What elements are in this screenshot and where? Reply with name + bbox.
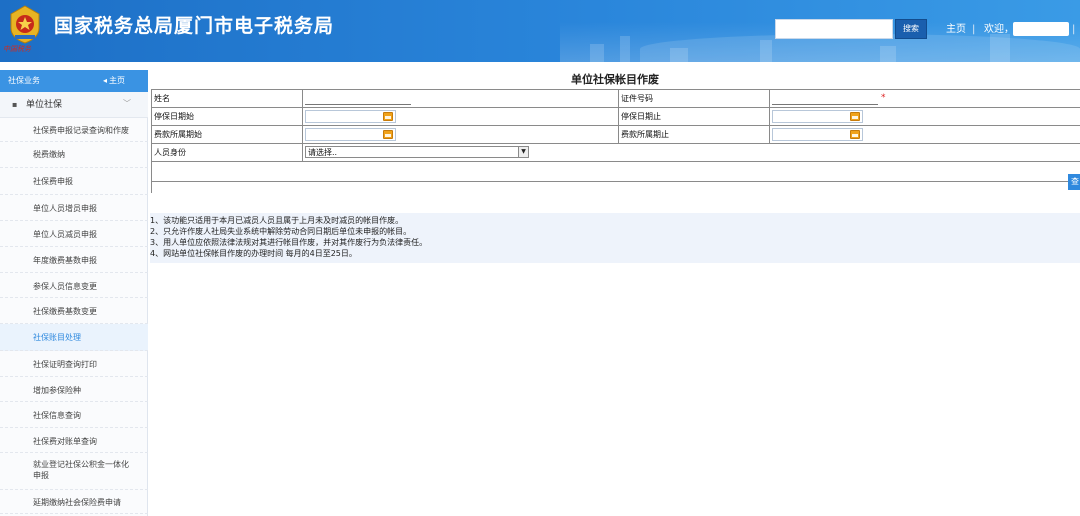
emblem-caption: 中国税务	[3, 45, 31, 53]
period-end-date-input[interactable]	[772, 128, 863, 141]
period-end-label: 费款所属期止	[621, 130, 669, 139]
query-form-table: 姓名 证件号码 * 停保日期始 停保日期止 费款所属期始 费款所属期止 人员身份…	[151, 89, 1080, 193]
site-header: 中国税务 国家税务总局厦门市电子税务局 搜索 主页 | 欢迎， |	[0, 0, 1080, 62]
sidebar-item-label: 年度缴费基数申报	[33, 256, 97, 265]
name-field-cell[interactable]	[303, 90, 619, 108]
id-number-label: 证件号码	[621, 94, 653, 103]
period-start-field-cell	[303, 126, 619, 144]
stop-start-label: 停保日期始	[154, 112, 194, 121]
sidebar-item[interactable]: 社保费对账单查询	[0, 428, 148, 453]
note-line-3: 3、用人单位应依照法律法规对其进行帐目作废，并对其作废行为负法律责任。	[150, 238, 428, 247]
bullet-icon: ▪	[12, 100, 18, 109]
sidebar-item[interactable]: 单位人员减员申报	[0, 221, 148, 247]
stop-start-label-cell: 停保日期始	[152, 108, 303, 126]
calendar-icon[interactable]	[850, 112, 860, 121]
sidebar-item[interactable]: 就业登记社保公积金一体化 申报	[0, 453, 148, 490]
sidebar-item-label: 参保人员信息变更	[33, 282, 97, 291]
sidebar-header: 社保业务 ◂ 主页	[0, 70, 148, 92]
calendar-icon[interactable]	[383, 112, 393, 121]
identity-select[interactable]: 请选择.. ▼	[305, 146, 529, 158]
tax-emblem-icon	[10, 5, 40, 44]
sidebar-title: 社保业务	[8, 76, 40, 85]
sidebar-item-label: 税费缴纳	[33, 150, 65, 159]
chevron-down-icon: ﹀	[123, 99, 131, 108]
nav-separator: |	[972, 24, 976, 35]
stop-end-label: 停保日期止	[621, 112, 661, 121]
id-number-label-cell: 证件号码	[619, 90, 770, 108]
identity-select-value: 请选择..	[308, 148, 338, 157]
sidebar-item[interactable]: 增加参保险种	[0, 377, 148, 402]
name-label-cell: 姓名	[152, 90, 303, 108]
site-title: 国家税务总局厦门市电子税务局	[54, 15, 335, 37]
identity-label-cell: 人员身份	[152, 144, 303, 162]
sidebar-item-social-account-processing[interactable]: 社保账目处理	[0, 324, 148, 351]
query-button[interactable]: 查	[1068, 174, 1080, 190]
form-title: 单位社保帐目作废	[571, 73, 659, 86]
notes-panel: 1、该功能只适用于本月已减员人员且属于上月未及时减员的帐目作废。 2、只允许作废…	[150, 213, 1080, 263]
user-name-redacted	[1013, 22, 1069, 36]
sidebar-item[interactable]: 单位人员增员申报	[0, 195, 148, 221]
form-empty-row	[152, 162, 1080, 182]
home-arrow-icon: ◂	[103, 76, 108, 85]
note-line-4: 4、网站单位社保帐目作废的办理时间 每月的4日至25日。	[150, 249, 357, 258]
sidebar-item[interactable]: 年度缴费基数申报	[0, 247, 148, 273]
id-number-input[interactable]	[772, 104, 878, 105]
calendar-icon[interactable]	[850, 130, 860, 139]
dropdown-arrow-icon: ▼	[518, 147, 528, 157]
stop-end-field-cell	[770, 108, 1080, 126]
note-line-1: 1、该功能只适用于本月已减员人员且属于上月未及时减员的帐目作废。	[150, 216, 404, 225]
sidebar-item-label: 社保缴费基数变更	[33, 307, 97, 316]
sidebar-item-label: 社保费申报	[33, 177, 73, 186]
sidebar-item[interactable]: 社保费申报记录查询和作废	[0, 118, 148, 142]
main-content: 单位社保帐目作废 姓名 证件号码 * 停保日期始 停保日期止 费款所属期始 费款…	[150, 70, 1080, 516]
home-link[interactable]: 主页	[946, 24, 966, 36]
page: 中国税务 国家税务总局厦门市电子税务局 搜索 主页 | 欢迎， | 社保业务 ◂…	[0, 0, 1080, 516]
sidebar-item[interactable]: 延期缴纳社会保险费申请	[0, 490, 148, 514]
sidebar-item-label: 社保费对账单查询	[33, 437, 97, 446]
period-end-field-cell	[770, 126, 1080, 144]
sidebar-item[interactable]: 社保费申报	[0, 168, 148, 195]
sidebar-item-label: 延期缴纳社会保险费申请	[33, 498, 121, 507]
period-end-label-cell: 费款所属期止	[619, 126, 770, 144]
sidebar-item-label: 社保账目处理	[33, 333, 81, 342]
id-number-field-cell[interactable]: *	[770, 90, 1080, 108]
sidebar-group-unit-social-security[interactable]: ▪ 单位社保 ﹀	[0, 92, 148, 118]
search-button[interactable]: 搜索	[895, 19, 927, 39]
identity-label: 人员身份	[154, 148, 186, 157]
stop-end-label-cell: 停保日期止	[619, 108, 770, 126]
sidebar-item[interactable]: 社保信息查询	[0, 402, 148, 428]
name-input[interactable]	[305, 104, 411, 105]
period-start-label: 费款所属期始	[154, 130, 202, 139]
sidebar-item-label: 就业登记社保公积金一体化	[33, 460, 129, 469]
sidebar-item-label: 单位人员减员申报	[33, 230, 97, 239]
sidebar-item-label: 社保证明查询打印	[33, 360, 97, 369]
sidebar-item-label: 单位人员增员申报	[33, 204, 97, 213]
nav-separator-end: |	[1072, 24, 1076, 35]
sidebar-item-label-line2: 申报	[33, 471, 49, 480]
stop-start-field-cell	[303, 108, 619, 126]
period-start-label-cell: 费款所属期始	[152, 126, 303, 144]
stop-start-date-input[interactable]	[305, 110, 396, 123]
sidebar: 社保业务 ◂ 主页 ▪ 单位社保 ﹀ 社保费申报记录查询和作废 税费缴纳 社保费申…	[0, 70, 148, 516]
required-mark: *	[881, 93, 886, 103]
stop-end-date-input[interactable]	[772, 110, 863, 123]
calendar-icon[interactable]	[383, 130, 393, 139]
sidebar-item[interactable]: 税费缴纳	[0, 142, 148, 168]
note-line-2: 2、只允许作废人社局失业系统中解除劳动合同日期后单位未申报的帐目。	[150, 227, 412, 236]
sidebar-item[interactable]: 社保证明查询打印	[0, 351, 148, 377]
sidebar-home-link[interactable]: ◂ 主页	[103, 75, 125, 87]
sidebar-item[interactable]: 参保人员信息变更	[0, 273, 148, 298]
search-input[interactable]	[775, 19, 893, 39]
welcome-text: 欢迎，	[984, 24, 1014, 35]
identity-field-cell: 请选择.. ▼	[303, 144, 1080, 162]
sidebar-item-label: 增加参保险种	[33, 386, 81, 395]
sidebar-item[interactable]: 社保缴费基数变更	[0, 298, 148, 324]
sidebar-group-label: 单位社保	[26, 100, 63, 110]
name-label: 姓名	[154, 94, 170, 103]
sidebar-item-label: 社保费申报记录查询和作废	[33, 126, 129, 135]
sidebar-item-label: 社保信息查询	[33, 411, 81, 420]
period-start-date-input[interactable]	[305, 128, 396, 141]
sidebar-home-label: 主页	[109, 76, 126, 85]
